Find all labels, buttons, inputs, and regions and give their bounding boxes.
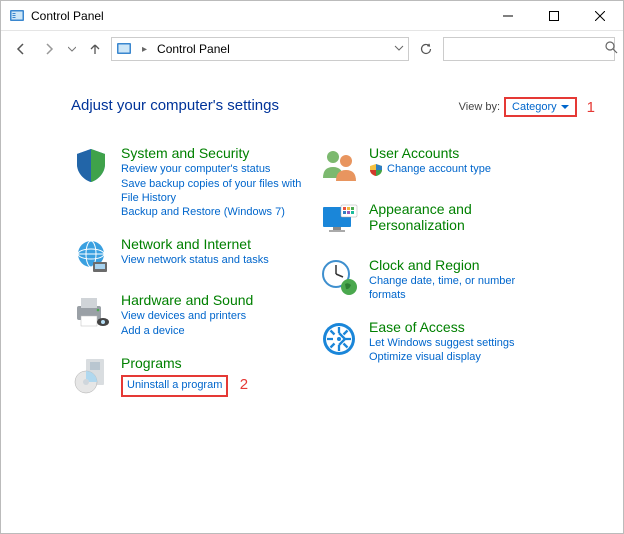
chevron-right-icon: ▸: [138, 44, 151, 55]
category-user-accounts: User Accounts Change account type: [319, 145, 553, 185]
content-pane: Adjust your computer's settings View by:…: [1, 67, 623, 407]
link-suggest-settings[interactable]: Let Windows suggest settings: [369, 337, 553, 351]
forward-button[interactable]: [37, 37, 61, 61]
page-title: Adjust your computer's settings: [71, 97, 459, 114]
close-button[interactable]: [577, 1, 623, 31]
link-network-status[interactable]: View network status and tasks: [121, 254, 305, 268]
disc-box-icon: [71, 355, 111, 395]
navbar: ▸ Control Panel: [1, 31, 623, 67]
search-box[interactable]: [443, 37, 615, 61]
control-panel-small-icon: [116, 41, 132, 57]
annotation-1: 1: [587, 99, 595, 116]
category-hardware: Hardware and Sound View devices and prin…: [71, 292, 305, 339]
view-by-control: View by: Category 1: [459, 97, 595, 117]
category-clock: Clock and Region Change date, time, or n…: [319, 257, 553, 303]
titlebar: Control Panel: [1, 1, 623, 31]
view-by-dropdown[interactable]: Category: [504, 97, 577, 117]
category-programs: Programs Uninstall a program 2: [71, 355, 305, 397]
chevron-down-icon: [561, 103, 569, 111]
address-dropdown-icon[interactable]: [394, 42, 404, 56]
ease-of-access-icon: [319, 319, 359, 359]
link-backup-restore[interactable]: Backup and Restore (Windows 7): [121, 206, 305, 220]
link-review-status[interactable]: Review your computer's status: [121, 163, 305, 177]
link-uninstall-program[interactable]: Uninstall a program: [121, 375, 228, 397]
search-icon: [605, 41, 618, 57]
category-network: Network and Internet View network status…: [71, 236, 305, 276]
globe-icon: [71, 236, 111, 276]
window-title: Control Panel: [31, 9, 485, 23]
printer-icon: [71, 292, 111, 332]
search-input[interactable]: [450, 42, 605, 56]
breadcrumb[interactable]: Control Panel: [157, 42, 388, 56]
recent-dropdown[interactable]: [65, 37, 79, 61]
view-by-label: View by:: [459, 101, 500, 113]
category-title[interactable]: Hardware and Sound: [121, 292, 305, 308]
up-button[interactable]: [83, 37, 107, 61]
link-view-devices[interactable]: View devices and printers: [121, 310, 305, 324]
shield-icon: [71, 145, 111, 185]
category-title[interactable]: User Accounts: [369, 145, 553, 161]
link-change-date-time[interactable]: Change date, time, or number formats: [369, 275, 553, 303]
category-title[interactable]: Ease of Access: [369, 319, 553, 335]
control-panel-icon: [9, 8, 25, 24]
annotation-2: 2: [240, 376, 248, 393]
minimize-button[interactable]: [485, 1, 531, 31]
back-button[interactable]: [9, 37, 33, 61]
category-ease-of-access: Ease of Access Let Windows suggest setti…: [319, 319, 553, 366]
category-title[interactable]: Clock and Region: [369, 257, 553, 273]
clock-globe-icon: [319, 257, 359, 297]
monitor-palette-icon: [319, 201, 359, 241]
link-optimize-display[interactable]: Optimize visual display: [369, 351, 553, 365]
maximize-button[interactable]: [531, 1, 577, 31]
link-file-history[interactable]: Save backup copies of your files with Fi…: [121, 178, 305, 206]
address-bar[interactable]: ▸ Control Panel: [111, 37, 409, 61]
category-title[interactable]: Network and Internet: [121, 236, 305, 252]
category-appearance: Appearance and Personalization: [319, 201, 553, 241]
category-title[interactable]: Programs: [121, 355, 305, 371]
refresh-button[interactable]: [413, 37, 439, 61]
link-add-device[interactable]: Add a device: [121, 325, 305, 339]
category-system-security: System and Security Review your computer…: [71, 145, 305, 220]
people-icon: [319, 145, 359, 185]
uac-shield-icon: [369, 163, 383, 177]
category-title[interactable]: System and Security: [121, 145, 305, 161]
category-title[interactable]: Appearance and Personalization: [369, 201, 553, 233]
link-change-account-type[interactable]: Change account type: [369, 163, 553, 177]
view-by-value: Category: [512, 101, 557, 113]
